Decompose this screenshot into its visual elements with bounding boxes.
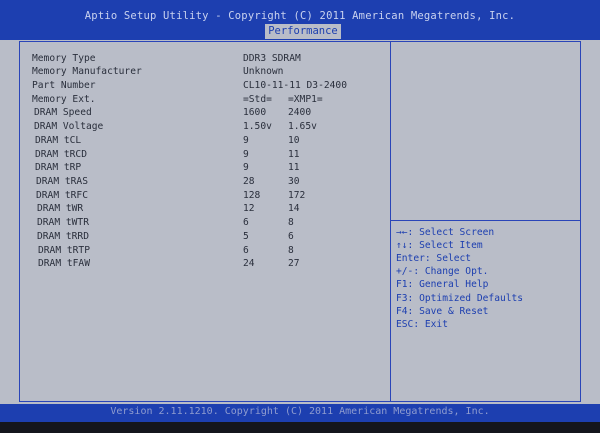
panel-divider — [390, 41, 391, 402]
info-label: DRAM tRP — [35, 162, 82, 173]
help-divider — [391, 220, 580, 221]
tab-performance[interactable]: Performance — [265, 24, 341, 39]
bios-screen: Aptio Setup Utility - Copyright (C) 2011… — [0, 0, 600, 433]
info-row-memory-ext: Memory Ext. =Std= =XMP1= — [0, 94, 390, 107]
info-label: DRAM tRTP — [38, 245, 90, 256]
info-value: 5 — [243, 231, 249, 242]
info-value: 1600 — [243, 107, 267, 118]
help-general-help: F1: General Help — [396, 279, 489, 290]
info-value: 128 — [243, 190, 261, 201]
info-label: DRAM tFAW — [38, 258, 90, 269]
info-label: DRAM Voltage — [34, 121, 104, 132]
info-value: 28 — [243, 176, 255, 187]
info-row-memory-manufacturer: Memory Manufacturer Unknown — [0, 66, 390, 79]
info-label: DRAM tCL — [35, 135, 82, 146]
info-value-xmp: 11 — [288, 149, 300, 160]
info-label: DRAM tWTR — [37, 217, 89, 228]
info-value: 12 — [243, 203, 255, 214]
info-value: 6 — [243, 245, 249, 256]
info-label: DRAM Speed — [34, 107, 92, 118]
info-value-xmp: 2400 — [288, 107, 312, 118]
info-label: Memory Type — [32, 53, 96, 64]
info-row-dram-speed: DRAM Speed 1600 2400 — [0, 107, 390, 120]
info-row-dram-trfc: DRAM tRFC 128 172 — [0, 190, 390, 203]
version-text: Version 2.11.1210. Copyright (C) 2011 Am… — [110, 406, 490, 417]
info-value-xmp: 30 — [288, 176, 300, 187]
info-label: DRAM tRCD — [35, 149, 87, 160]
info-value-xmp: 10 — [288, 135, 300, 146]
info-label: DRAM tWR — [37, 203, 84, 214]
info-row-part-number: Part Number CL10-11-11 D3-2400 — [0, 80, 390, 93]
info-row-dram-tras: DRAM tRAS 28 30 — [0, 176, 390, 189]
info-row-dram-tfaw: DRAM tFAW 24 27 — [0, 258, 390, 271]
info-row-dram-voltage: DRAM Voltage 1.50v 1.65v — [0, 121, 390, 134]
info-value-xmp: 1.65v — [288, 121, 317, 132]
info-value: 24 — [243, 258, 255, 269]
info-row-dram-twtr: DRAM tWTR 6 8 — [0, 217, 390, 230]
help-optimized-defaults: F3: Optimized Defaults — [396, 293, 524, 304]
info-label: DRAM tRRD — [37, 231, 89, 242]
info-value: Unknown — [243, 66, 284, 77]
info-value: 9 — [243, 135, 249, 146]
help-select-screen: →←: Select Screen — [396, 227, 495, 238]
info-value-xmp: 8 — [288, 245, 294, 256]
info-value-xmp: 11 — [288, 162, 300, 173]
info-row-dram-twr: DRAM tWR 12 14 — [0, 203, 390, 216]
info-value-xmp: =XMP1= — [288, 94, 323, 105]
info-row-dram-trp: DRAM tRP 9 11 — [0, 162, 390, 175]
info-value-xmp: 14 — [288, 203, 300, 214]
app-title: Aptio Setup Utility - Copyright (C) 2011… — [84, 10, 516, 22]
help-select-item: ↑↓: Select Item — [396, 240, 483, 251]
help-enter: Enter: Select — [396, 253, 472, 264]
info-value-xmp: 8 — [288, 217, 294, 228]
footer-bar: Version 2.11.1210. Copyright (C) 2011 Am… — [0, 404, 600, 422]
info-label: Part Number — [32, 80, 96, 91]
info-label: Memory Ext. — [32, 94, 96, 105]
info-row-dram-trcd: DRAM tRCD 9 11 — [0, 149, 390, 162]
help-exit: ESC: Exit — [396, 319, 448, 330]
info-label: DRAM tRAS — [36, 176, 88, 187]
screen-bezel — [0, 422, 600, 433]
info-value: =Std= — [243, 94, 272, 105]
info-label: Memory Manufacturer — [32, 66, 142, 77]
title-bar: Aptio Setup Utility - Copyright (C) 2011… — [0, 0, 600, 40]
info-row-dram-tcl: DRAM tCL 9 10 — [0, 135, 390, 148]
info-label: DRAM tRFC — [36, 190, 88, 201]
help-save-reset: F4: Save & Reset — [396, 306, 489, 317]
info-value: 9 — [243, 149, 249, 160]
info-value-xmp: 172 — [288, 190, 306, 201]
info-row-memory-type: Memory Type DDR3 SDRAM — [0, 53, 390, 66]
info-value: CL10-11-11 D3-2400 — [243, 80, 347, 91]
info-row-dram-trrd: DRAM tRRD 5 6 — [0, 231, 390, 244]
info-value: 6 — [243, 217, 249, 228]
info-value: 1.50v — [243, 121, 272, 132]
info-value-xmp: 6 — [288, 231, 294, 242]
info-value: 9 — [243, 162, 249, 173]
info-row-dram-trtp: DRAM tRTP 6 8 — [0, 245, 390, 258]
info-value: DDR3 SDRAM — [243, 53, 301, 64]
info-value-xmp: 27 — [288, 258, 300, 269]
help-change-opt: +/-: Change Opt. — [396, 266, 489, 277]
